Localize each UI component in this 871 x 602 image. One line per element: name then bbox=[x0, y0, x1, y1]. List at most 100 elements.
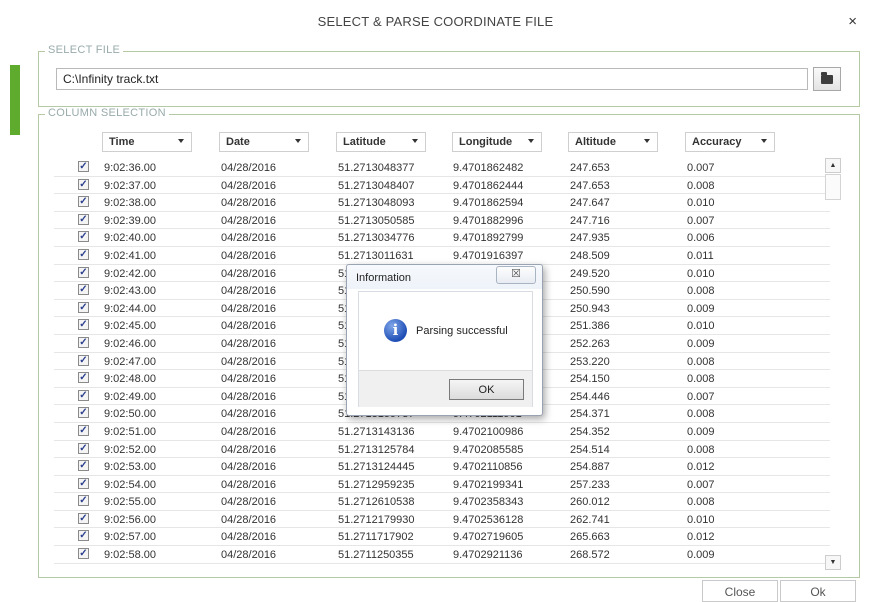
table-cell: 9:02:58.00 bbox=[104, 549, 156, 562]
row-checkbox[interactable]: ✓ bbox=[78, 389, 89, 401]
column-header-accuracy[interactable]: Accuracy bbox=[685, 132, 775, 152]
dialog-message: Parsing successful bbox=[416, 325, 508, 337]
dialog-close-button[interactable]: ☒ bbox=[496, 266, 536, 284]
row-checkbox[interactable]: ✓ bbox=[78, 372, 89, 384]
dropdown-arrow-icon[interactable] bbox=[295, 139, 301, 143]
row-checkbox[interactable]: ✓ bbox=[78, 266, 89, 278]
row-checkbox[interactable]: ✓ bbox=[78, 248, 89, 260]
table-cell: 04/28/2016 bbox=[221, 443, 277, 456]
table-cell: 04/28/2016 bbox=[221, 249, 277, 262]
column-selection-legend: COLUMN SELECTION bbox=[45, 107, 169, 119]
row-checkbox[interactable]: ✓ bbox=[78, 424, 89, 436]
scroll-up-icon[interactable]: ▲ bbox=[825, 158, 841, 173]
ok-button[interactable]: Ok bbox=[780, 580, 856, 602]
row-checkbox[interactable]: ✓ bbox=[78, 530, 89, 542]
table-cell: 04/28/2016 bbox=[221, 408, 277, 421]
file-path-input[interactable] bbox=[56, 68, 808, 90]
dropdown-arrow-icon[interactable] bbox=[644, 139, 650, 143]
table-cell: 51.2713125784 bbox=[338, 443, 415, 456]
row-checkbox[interactable]: ✓ bbox=[78, 161, 89, 172]
folder-open-icon bbox=[821, 71, 833, 84]
column-header-label: Date bbox=[226, 136, 250, 148]
table-row[interactable]: ✓ 9:02:36.00 04/28/2016 51.2713048377 9.4701… bbox=[54, 159, 830, 177]
table-cell: 0.010 bbox=[687, 320, 715, 333]
column-headers: Time Date Latitude Longitude Altitude Accurac… bbox=[39, 132, 839, 154]
table-cell: 9.4701892799 bbox=[453, 232, 524, 245]
row-checkbox[interactable]: ✓ bbox=[78, 319, 89, 331]
table-cell: 268.572 bbox=[570, 549, 610, 562]
table-row[interactable]: ✓ 9:02:54.00 04/28/2016 51.2712959235 9.4702… bbox=[54, 476, 830, 494]
row-checkbox[interactable]: ✓ bbox=[78, 407, 89, 419]
table-row[interactable]: ✓ 9:02:51.00 04/28/2016 51.2713143136 9.4702… bbox=[54, 423, 830, 441]
row-checkbox[interactable]: ✓ bbox=[78, 460, 89, 472]
table-cell: 9:02:55.00 bbox=[104, 496, 156, 509]
scroll-thumb[interactable] bbox=[825, 174, 841, 200]
vertical-scrollbar[interactable]: ▲ ▼ bbox=[825, 158, 842, 573]
table-row[interactable]: ✓ 9:02:38.00 04/28/2016 51.2713048093 9.4701… bbox=[54, 194, 830, 212]
close-button[interactable]: Close bbox=[702, 580, 778, 602]
row-checkbox[interactable]: ✓ bbox=[78, 336, 89, 348]
table-cell: 9:02:49.00 bbox=[104, 390, 156, 403]
browse-button[interactable] bbox=[813, 67, 841, 91]
table-cell: 9.4701882996 bbox=[453, 214, 524, 227]
table-cell: 9:02:41.00 bbox=[104, 249, 156, 262]
column-header-time[interactable]: Time bbox=[102, 132, 192, 152]
row-checkbox[interactable]: ✓ bbox=[78, 512, 89, 524]
scroll-down-icon[interactable]: ▼ bbox=[825, 555, 841, 570]
dialog-header: Information ☒ bbox=[347, 265, 542, 289]
row-checkbox[interactable]: ✓ bbox=[78, 231, 89, 243]
row-checkbox[interactable]: ✓ bbox=[78, 284, 89, 296]
column-header-longitude[interactable]: Longitude bbox=[452, 132, 542, 152]
table-row[interactable]: ✓ 9:02:55.00 04/28/2016 51.2712610538 9.4702… bbox=[54, 493, 830, 511]
table-row[interactable]: ✓ 9:02:52.00 04/28/2016 51.2713125784 9.4702… bbox=[54, 441, 830, 459]
table-cell: 51.2713048407 bbox=[338, 179, 415, 192]
row-checkbox[interactable]: ✓ bbox=[78, 301, 89, 313]
dropdown-arrow-icon[interactable] bbox=[528, 139, 534, 143]
table-cell: 247.935 bbox=[570, 232, 610, 245]
table-row[interactable]: ✓ 9:02:41.00 04/28/2016 51.2713011631 9.4701… bbox=[54, 247, 830, 265]
table-cell: 04/28/2016 bbox=[221, 302, 277, 315]
table-row[interactable]: ✓ 9:02:56.00 04/28/2016 51.2712179930 9.4702… bbox=[54, 511, 830, 529]
table-row[interactable]: ✓ 9:02:58.00 04/28/2016 51.2711250355 9.4702… bbox=[54, 546, 830, 564]
dropdown-arrow-icon[interactable] bbox=[412, 139, 418, 143]
column-header-latitude[interactable]: Latitude bbox=[336, 132, 426, 152]
table-cell: 9:02:44.00 bbox=[104, 302, 156, 315]
table-cell: 254.446 bbox=[570, 390, 610, 403]
table-cell: 04/28/2016 bbox=[221, 531, 277, 544]
row-checkbox[interactable]: ✓ bbox=[78, 548, 89, 560]
column-header-altitude[interactable]: Altitude bbox=[568, 132, 658, 152]
close-icon[interactable]: × bbox=[848, 13, 857, 30]
table-row[interactable]: ✓ 9:02:57.00 04/28/2016 51.2711717902 9.4702… bbox=[54, 528, 830, 547]
row-checkbox[interactable]: ✓ bbox=[78, 354, 89, 366]
row-checkbox[interactable]: ✓ bbox=[78, 196, 89, 208]
table-cell: 0.012 bbox=[687, 461, 715, 474]
table-cell: 9:02:57.00 bbox=[104, 531, 156, 544]
row-checkbox[interactable]: ✓ bbox=[78, 442, 89, 454]
row-checkbox[interactable]: ✓ bbox=[78, 477, 89, 489]
accent-bar bbox=[10, 65, 20, 135]
row-checkbox[interactable]: ✓ bbox=[78, 213, 89, 225]
table-cell: 0.011 bbox=[687, 249, 714, 262]
table-cell: 9:02:36.00 bbox=[104, 162, 156, 174]
table-cell: 04/28/2016 bbox=[221, 285, 277, 298]
table-cell: 250.943 bbox=[570, 302, 610, 315]
table-row[interactable]: ✓ 9:02:53.00 04/28/2016 51.2713124445 9.4702… bbox=[54, 458, 830, 476]
information-dialog: Information ☒ i Parsing successful OK bbox=[346, 264, 543, 416]
title-bar: SELECT & PARSE COORDINATE FILE × bbox=[0, 0, 871, 42]
dialog-ok-button[interactable]: OK bbox=[449, 379, 524, 400]
table-row[interactable]: ✓ 9:02:40.00 04/28/2016 51.2713034776 9.4701… bbox=[54, 229, 830, 247]
table-cell: 51.2712179930 bbox=[338, 513, 415, 526]
column-header-date[interactable]: Date bbox=[219, 132, 309, 152]
table-cell: 9.4702719605 bbox=[453, 531, 524, 544]
table-cell: 9:02:53.00 bbox=[104, 461, 156, 474]
table-cell: 9.4702110856 bbox=[453, 461, 523, 474]
dropdown-arrow-icon[interactable] bbox=[761, 139, 767, 143]
table-cell: 0.009 bbox=[687, 549, 715, 562]
table-cell: 9.4702199341 bbox=[453, 478, 524, 491]
table-row[interactable]: ✓ 9:02:37.00 04/28/2016 51.2713048407 9.4701… bbox=[54, 177, 830, 195]
row-checkbox[interactable]: ✓ bbox=[78, 495, 89, 507]
row-checkbox[interactable]: ✓ bbox=[78, 178, 89, 190]
dropdown-arrow-icon[interactable] bbox=[178, 139, 184, 143]
table-row[interactable]: ✓ 9:02:39.00 04/28/2016 51.2713050585 9.4701… bbox=[54, 212, 830, 230]
table-cell: 9:02:37.00 bbox=[104, 179, 156, 192]
